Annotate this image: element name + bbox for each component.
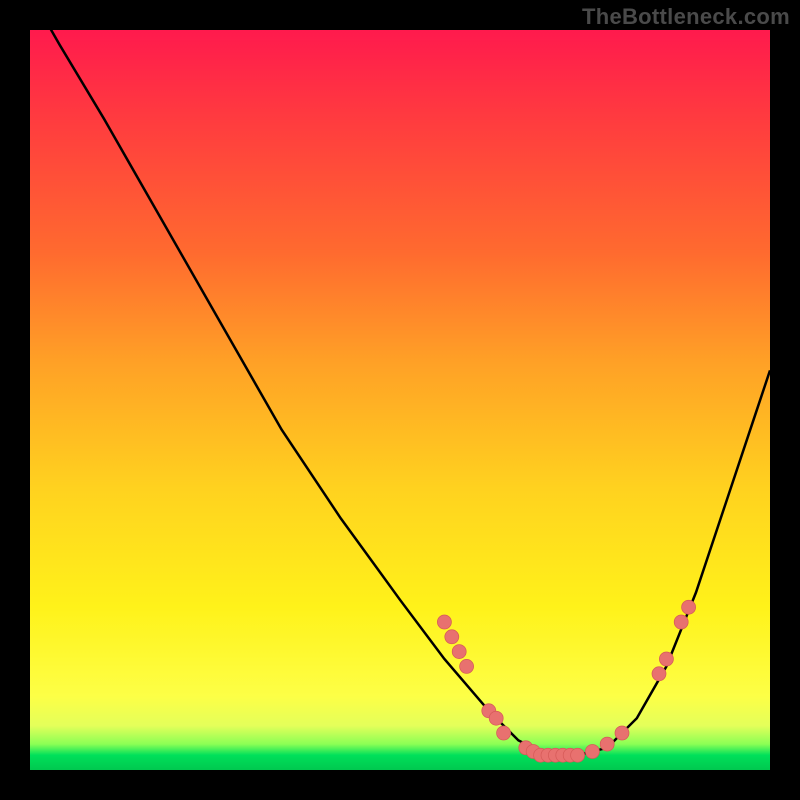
chart-frame: TheBottleneck.com xyxy=(0,0,800,800)
curve-marker xyxy=(659,652,673,666)
bottleneck-curve-path xyxy=(30,0,770,755)
curve-marker xyxy=(489,711,503,725)
curve-marker xyxy=(682,600,696,614)
curve-marker xyxy=(460,659,474,673)
watermark-text: TheBottleneck.com xyxy=(582,4,790,30)
plot-area xyxy=(30,30,770,770)
curve-svg xyxy=(30,30,770,770)
curve-marker xyxy=(452,645,466,659)
curve-marker xyxy=(445,630,459,644)
curve-marker xyxy=(437,615,451,629)
curve-marker xyxy=(571,748,585,762)
curve-marker xyxy=(585,745,599,759)
curve-marker xyxy=(674,615,688,629)
curve-marker xyxy=(652,667,666,681)
curve-marker xyxy=(497,726,511,740)
curve-marker xyxy=(615,726,629,740)
curve-marker xyxy=(600,737,614,751)
